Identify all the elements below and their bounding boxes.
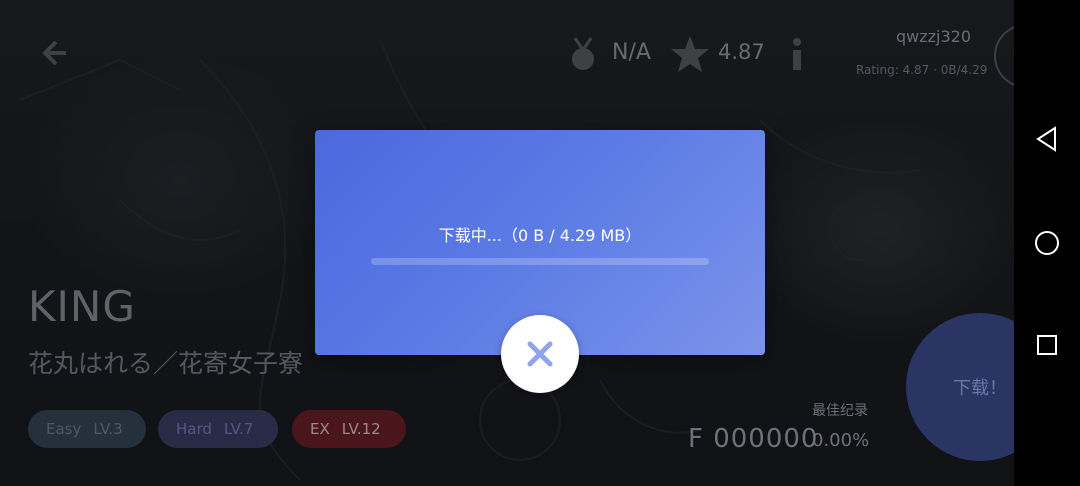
difficulty-name: EX <box>310 420 330 438</box>
download-progress-bar <box>371 258 709 265</box>
difficulty-ex[interactable]: EX LV.12 <box>292 410 406 448</box>
close-download-button[interactable] <box>501 315 579 393</box>
difficulty-level: LV.7 <box>223 420 254 438</box>
difficulty-name: Easy <box>46 420 82 438</box>
difficulty-level: LV.12 <box>341 420 381 438</box>
best-record-label: 最佳纪录 <box>812 403 868 419</box>
username: qwzzj320 <box>896 27 972 46</box>
system-navigation-bar <box>1014 0 1080 486</box>
song-artist: 花丸はれる／花寄女子寮 <box>28 349 304 378</box>
medal-icon <box>572 37 594 70</box>
user-subtitle: Rating: 4.87 · 0B/4.29 <box>856 63 988 77</box>
rank-value: N/A <box>612 40 651 65</box>
nav-home-circle-icon <box>1035 231 1059 255</box>
difficulty-level: LV.3 <box>93 420 123 438</box>
rating-value: 4.87 <box>718 40 765 64</box>
best-accuracy: 0.00% <box>812 430 870 451</box>
best-score: F 000000 <box>688 424 819 454</box>
song-title: KING <box>28 282 136 331</box>
download-status-text: 下载中...（0 B / 4.29 MB） <box>438 226 642 245</box>
difficulty-easy[interactable]: Easy LV.3 <box>28 410 146 448</box>
star-icon <box>671 36 709 72</box>
close-icon <box>527 341 553 367</box>
difficulty-name: Hard <box>176 420 212 438</box>
nav-recents-button[interactable] <box>1033 331 1061 359</box>
nav-back-triangle-icon <box>1036 126 1056 152</box>
nav-home-button[interactable] <box>1033 229 1061 257</box>
difficulty-hard[interactable]: Hard LV.7 <box>158 410 278 448</box>
download-button-label: 下载！ <box>953 378 1007 398</box>
info-icon[interactable] <box>786 36 808 72</box>
nav-back-button[interactable] <box>1033 125 1061 153</box>
back-arrow-icon[interactable] <box>36 36 70 70</box>
nav-recents-square-icon <box>1037 335 1057 355</box>
